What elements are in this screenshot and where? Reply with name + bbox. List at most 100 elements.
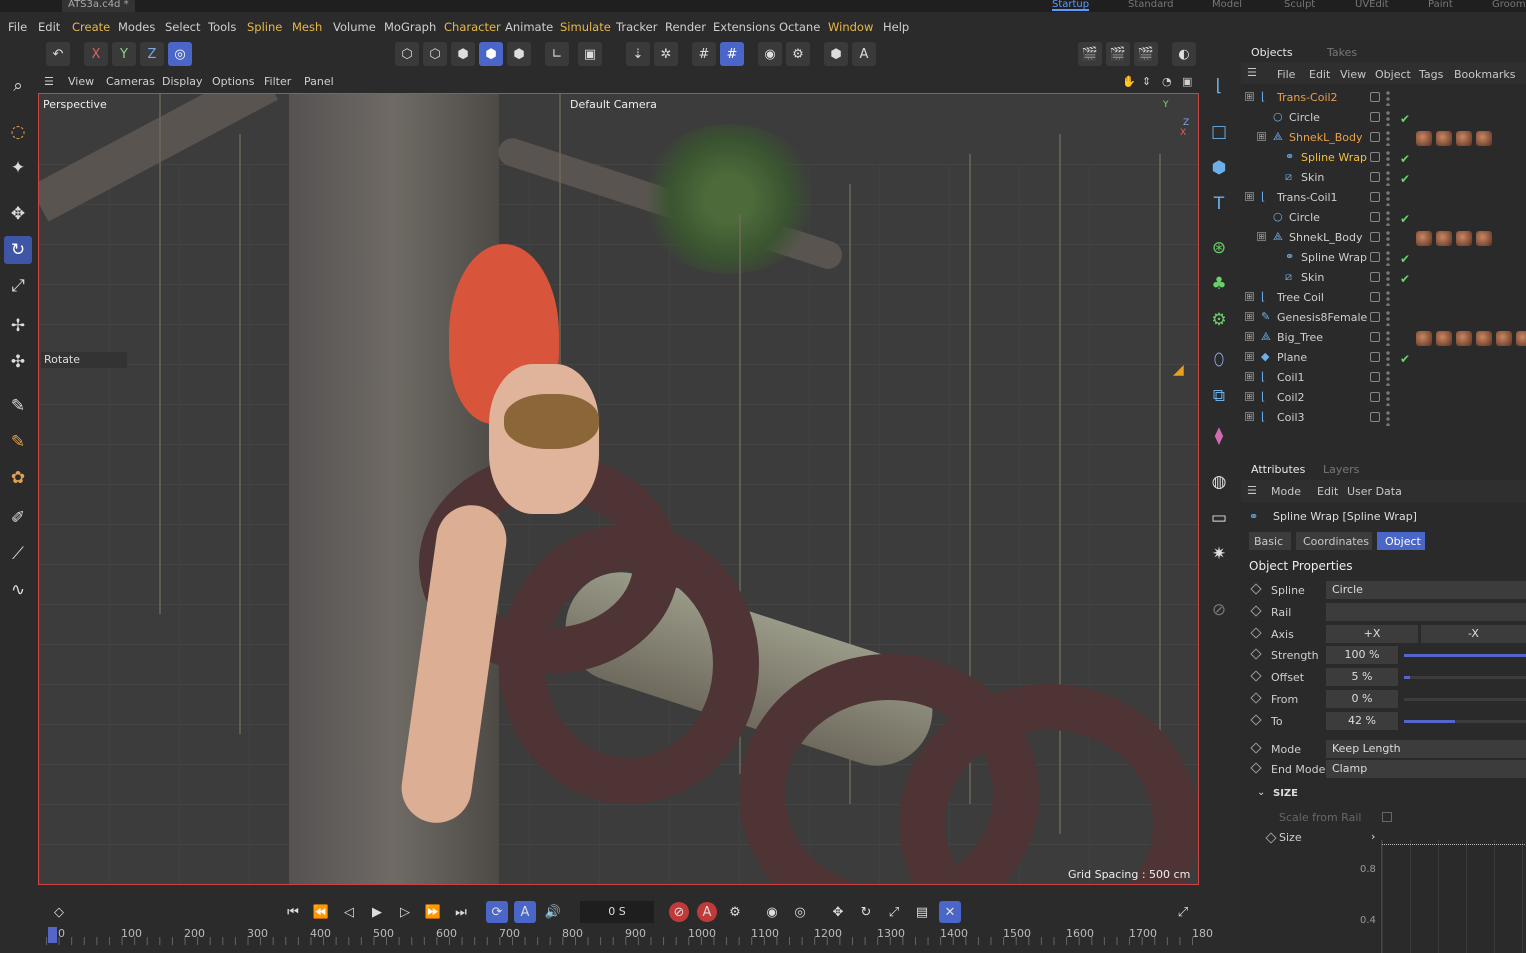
brush-icon[interactable]: ✐ bbox=[4, 504, 32, 532]
transform-icon[interactable]: ✢ bbox=[4, 312, 32, 340]
material-tag-icon[interactable] bbox=[1456, 131, 1472, 146]
visibility-dots[interactable] bbox=[1386, 130, 1390, 146]
editable-toggle[interactable] bbox=[1370, 272, 1380, 282]
object-row[interactable]: ⊞ ⌊ Trans-Coil1 bbox=[1241, 188, 1526, 208]
subtab-coordinates[interactable]: Coordinates bbox=[1296, 532, 1372, 550]
object-row[interactable]: ⧄ Skin ✔ bbox=[1241, 268, 1526, 288]
current-time-field[interactable]: 0 S bbox=[580, 901, 654, 923]
strength-slider[interactable] bbox=[1404, 654, 1526, 657]
subtab-basic[interactable]: Basic bbox=[1249, 532, 1291, 550]
material-tag-icon[interactable] bbox=[1456, 331, 1472, 346]
search-icon[interactable]: ⌕ bbox=[4, 72, 32, 100]
mode-dropdown[interactable]: Keep Length bbox=[1326, 740, 1526, 758]
offset-slider[interactable] bbox=[1404, 676, 1526, 679]
playback-rate-icon[interactable]: A bbox=[514, 901, 536, 923]
material-tag-icon[interactable] bbox=[1416, 231, 1432, 246]
layout-uvedit[interactable]: UVEdit bbox=[1355, 0, 1389, 10]
go-to-end-icon[interactable]: ⏭ bbox=[450, 901, 472, 923]
menu-mesh[interactable]: Mesh bbox=[292, 20, 322, 34]
material-tag-icon[interactable] bbox=[1516, 331, 1526, 346]
attr-menu-edit[interactable]: Edit bbox=[1317, 485, 1338, 498]
enabled-check-icon[interactable]: ✔ bbox=[1400, 212, 1410, 226]
sound-icon[interactable]: 🔊 bbox=[542, 901, 564, 923]
editable-toggle[interactable] bbox=[1370, 292, 1380, 302]
keyframe-icon[interactable] bbox=[1250, 692, 1262, 704]
attr-menu-mode[interactable]: Mode bbox=[1271, 485, 1301, 498]
hamburger-icon[interactable]: ☰ bbox=[44, 75, 54, 88]
redshift-icon[interactable]: ◐ bbox=[1172, 42, 1196, 66]
material-tag-icon[interactable] bbox=[1436, 231, 1452, 246]
editable-toggle[interactable] bbox=[1370, 152, 1380, 162]
enabled-check-icon[interactable]: ✔ bbox=[1400, 112, 1410, 126]
field-icon[interactable]: ⧉ bbox=[1205, 382, 1233, 410]
auto-icon[interactable]: A bbox=[852, 42, 876, 66]
editable-toggle[interactable] bbox=[1370, 372, 1380, 382]
world-coords-icon[interactable]: ◎ bbox=[168, 42, 192, 66]
visibility-dots[interactable] bbox=[1386, 210, 1390, 226]
next-key-icon[interactable]: ⏩ bbox=[422, 901, 444, 923]
visibility-dots[interactable] bbox=[1386, 250, 1390, 266]
scale-key-icon[interactable]: ⤢ bbox=[883, 901, 905, 923]
keyframe-icon[interactable] bbox=[1250, 605, 1262, 617]
timeline-expand-icon[interactable]: ⤢ bbox=[1172, 901, 1194, 923]
menu-extensions[interactable]: Extensions bbox=[713, 20, 775, 34]
object-row[interactable]: ⊞ ✎ Genesis8Female bbox=[1241, 308, 1526, 328]
axis-plus-x-button[interactable]: +X bbox=[1326, 625, 1418, 643]
object-row[interactable]: ⚭ Spline Wrap ✔ bbox=[1241, 248, 1526, 268]
object-name[interactable]: Circle bbox=[1289, 211, 1320, 224]
texture-mode-icon[interactable]: ▣ bbox=[578, 42, 602, 66]
object-name[interactable]: Trans-Coil1 bbox=[1277, 191, 1338, 204]
object-row[interactable]: ⊞ ⌊ Tree Coil bbox=[1241, 288, 1526, 308]
keyframe-icon[interactable] bbox=[1250, 762, 1262, 774]
points-mode-icon[interactable]: ⬡ bbox=[395, 42, 419, 66]
render-view-icon[interactable]: ⬢ bbox=[824, 42, 848, 66]
spline-pen-icon[interactable]: ✎ bbox=[4, 392, 32, 420]
object-name[interactable]: Coil2 bbox=[1277, 391, 1305, 404]
previous-frame-icon[interactable]: ◁ bbox=[338, 901, 360, 923]
menu-help[interactable]: Help bbox=[883, 20, 909, 34]
loop-icon[interactable]: ⟳ bbox=[486, 901, 508, 923]
expand-toggle[interactable]: ⊞ bbox=[1245, 312, 1254, 321]
visibility-dots[interactable] bbox=[1386, 370, 1390, 386]
keyframe-icon[interactable] bbox=[1250, 714, 1262, 726]
position-key-icon[interactable]: ✥ bbox=[827, 901, 849, 923]
material-tag-icon[interactable] bbox=[1476, 331, 1492, 346]
cube-icon[interactable]: ⬢ bbox=[1205, 154, 1233, 182]
cloner-icon[interactable]: ♣ bbox=[1205, 270, 1233, 298]
key-settings-icon[interactable]: ⚙ bbox=[724, 901, 746, 923]
object-row[interactable]: ⊞ ⟁ ShnekL_Body bbox=[1241, 228, 1526, 248]
menu-file[interactable]: File bbox=[8, 20, 27, 34]
visibility-dots[interactable] bbox=[1386, 90, 1390, 106]
expand-toggle[interactable]: ⊞ bbox=[1257, 232, 1266, 241]
generator-icon[interactable]: ⊛ bbox=[1205, 234, 1233, 262]
snap-icon[interactable]: ⇣ bbox=[626, 42, 650, 66]
enabled-check-icon[interactable]: ✔ bbox=[1400, 352, 1410, 366]
visibility-dots[interactable] bbox=[1386, 270, 1390, 286]
menu-tracker[interactable]: Tracker bbox=[616, 20, 658, 34]
object-name[interactable]: Genesis8Female bbox=[1277, 311, 1367, 324]
object-name[interactable]: Tree Coil bbox=[1277, 291, 1324, 304]
axis-x-toggle[interactable]: X bbox=[84, 42, 108, 66]
visibility-dots[interactable] bbox=[1386, 110, 1390, 126]
perspective-viewport[interactable]: Perspective Default Camera Rotate Y Z X … bbox=[38, 93, 1199, 885]
keyframe-icon[interactable] bbox=[1250, 670, 1262, 682]
object-tools-icon[interactable]: ✿ bbox=[4, 464, 32, 492]
layout-standard[interactable]: Standard bbox=[1128, 0, 1174, 10]
expand-toggle[interactable]: ⊞ bbox=[1245, 352, 1254, 361]
editable-toggle[interactable] bbox=[1370, 172, 1380, 182]
object-name[interactable]: ShnekL_Body bbox=[1289, 131, 1362, 144]
visibility-dots[interactable] bbox=[1386, 170, 1390, 186]
camera-label[interactable]: Default Camera bbox=[570, 98, 657, 111]
object-row[interactable]: ○ Circle ✔ bbox=[1241, 208, 1526, 228]
keyframe-icon[interactable] bbox=[1250, 627, 1262, 639]
keyframe-icon[interactable] bbox=[1250, 583, 1262, 595]
editable-toggle[interactable] bbox=[1370, 352, 1380, 362]
object-name[interactable]: Skin bbox=[1301, 171, 1324, 184]
menu-octane[interactable]: Octane bbox=[779, 20, 820, 34]
vp-menu-display[interactable]: Display bbox=[162, 75, 203, 88]
keyframe-selection-icon[interactable]: ◉ bbox=[761, 901, 783, 923]
key-interpolation-icon[interactable]: ◎ bbox=[789, 901, 811, 923]
expand-toggle[interactable]: ⊞ bbox=[1257, 132, 1266, 141]
light-icon[interactable]: ✷ bbox=[1205, 540, 1233, 568]
axis-minus-x-button[interactable]: -X bbox=[1421, 625, 1526, 643]
